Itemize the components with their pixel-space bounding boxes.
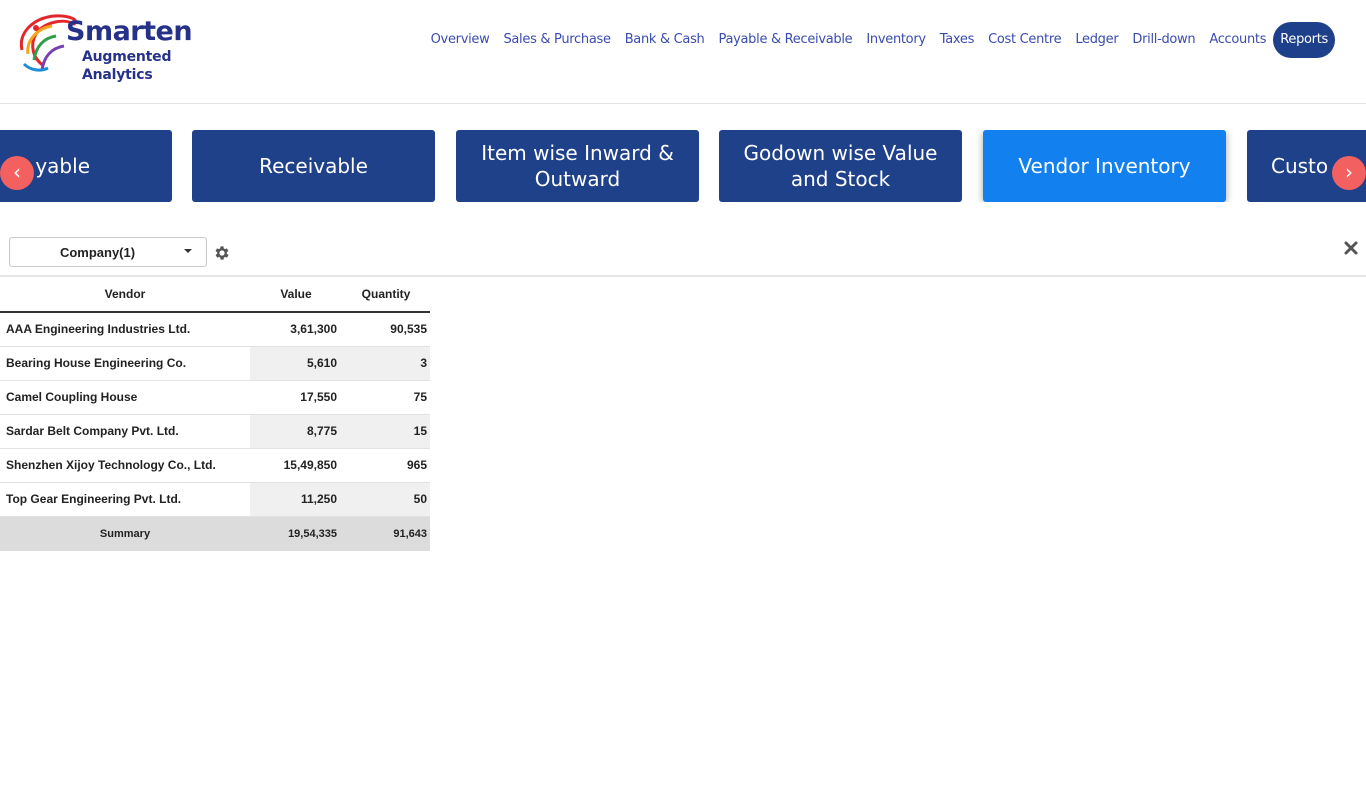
table-row[interactable]: Top Gear Engineering Pvt. Ltd. 11,250 50 xyxy=(0,482,430,517)
filter-bar: Company(1) xyxy=(0,232,1366,277)
tile-item-wise-inward-outward[interactable]: Item wise Inward & Outward xyxy=(456,130,699,202)
tile-receivable[interactable]: Receivable xyxy=(192,130,435,202)
value-cell: 5,610 xyxy=(250,346,342,381)
report-carousel: yable Receivable Item wise Inward & Outw… xyxy=(0,130,1366,202)
nav-overview[interactable]: Overview xyxy=(424,22,497,58)
tile-godown-wise-value-stock[interactable]: Godown wise Value and Stock xyxy=(719,130,962,202)
quantity-cell: 965 xyxy=(342,448,430,483)
main-nav: Overview Sales & Purchase Bank & Cash Pa… xyxy=(424,22,1335,58)
brand-subtitle: Augmented Analytics xyxy=(82,49,172,83)
value-cell: 8,775 xyxy=(250,414,342,449)
gear-icon[interactable] xyxy=(213,244,231,262)
summary-value: 19,54,335 xyxy=(250,516,342,551)
nav-inventory[interactable]: Inventory xyxy=(859,22,932,58)
nav-reports[interactable]: Reports xyxy=(1273,22,1335,58)
quantity-cell: 75 xyxy=(342,380,430,415)
table-row[interactable]: Camel Coupling House 17,550 75 xyxy=(0,380,430,415)
value-cell: 17,550 xyxy=(250,380,342,415)
column-header-value[interactable]: Value xyxy=(250,277,342,313)
summary-quantity: 91,643 xyxy=(342,516,430,551)
value-cell: 15,49,850 xyxy=(250,448,342,483)
app-header: Smarten Augmented Analytics Overview Sal… xyxy=(0,0,1366,104)
nav-accounts[interactable]: Accounts xyxy=(1202,22,1273,58)
close-icon[interactable] xyxy=(1344,241,1358,255)
value-cell: 3,61,300 xyxy=(250,312,342,347)
company-select-label: Company(1) xyxy=(59,245,136,260)
summary-label: Summary xyxy=(0,516,250,551)
vendor-cell: Sardar Belt Company Pvt. Ltd. xyxy=(0,414,250,449)
quantity-cell: 90,535 xyxy=(342,312,430,347)
table-row[interactable]: Shenzhen Xijoy Technology Co., Ltd. 15,4… xyxy=(0,448,430,483)
nav-sales-purchase[interactable]: Sales & Purchase xyxy=(496,22,617,58)
chevron-down-icon xyxy=(184,249,192,253)
vendor-cell: Camel Coupling House xyxy=(0,380,250,415)
company-select[interactable]: Company(1) xyxy=(9,237,207,267)
nav-cost-centre[interactable]: Cost Centre xyxy=(981,22,1068,58)
column-header-quantity[interactable]: Quantity xyxy=(342,277,430,313)
nav-drill-down[interactable]: Drill-down xyxy=(1125,22,1202,58)
smarten-logo[interactable]: Smarten Augmented Analytics xyxy=(14,10,244,83)
nav-payable-receivable[interactable]: Payable & Receivable xyxy=(712,22,860,58)
vendor-inventory-table: Vendor Value Quantity AAA Engineering In… xyxy=(0,277,430,551)
value-cell: 11,250 xyxy=(250,482,342,517)
quantity-cell: 3 xyxy=(342,346,430,381)
carousel-prev-button[interactable]: ‹ xyxy=(0,156,34,190)
column-header-vendor[interactable]: Vendor xyxy=(0,277,250,313)
vendor-cell: Bearing House Engineering Co. xyxy=(0,346,250,381)
brand-title: Smarten xyxy=(66,16,193,47)
carousel-next-button[interactable]: › xyxy=(1332,156,1366,190)
tile-vendor-inventory[interactable]: Vendor Inventory xyxy=(983,130,1226,202)
nav-taxes[interactable]: Taxes xyxy=(933,22,981,58)
vendor-cell: Top Gear Engineering Pvt. Ltd. xyxy=(0,482,250,517)
summary-row: Summary 19,54,335 91,643 xyxy=(0,516,430,551)
quantity-cell: 50 xyxy=(342,482,430,517)
vendor-cell: Shenzhen Xijoy Technology Co., Ltd. xyxy=(0,448,250,483)
nav-bank-cash[interactable]: Bank & Cash xyxy=(618,22,712,58)
nav-ledger[interactable]: Ledger xyxy=(1068,22,1125,58)
table-row[interactable]: Bearing House Engineering Co. 5,610 3 xyxy=(0,346,430,381)
vendor-cell: AAA Engineering Industries Ltd. xyxy=(0,312,250,347)
table-header-row: Vendor Value Quantity xyxy=(0,277,430,313)
table-row[interactable]: AAA Engineering Industries Ltd. 3,61,300… xyxy=(0,312,430,347)
quantity-cell: 15 xyxy=(342,414,430,449)
table-row[interactable]: Sardar Belt Company Pvt. Ltd. 8,775 15 xyxy=(0,414,430,449)
